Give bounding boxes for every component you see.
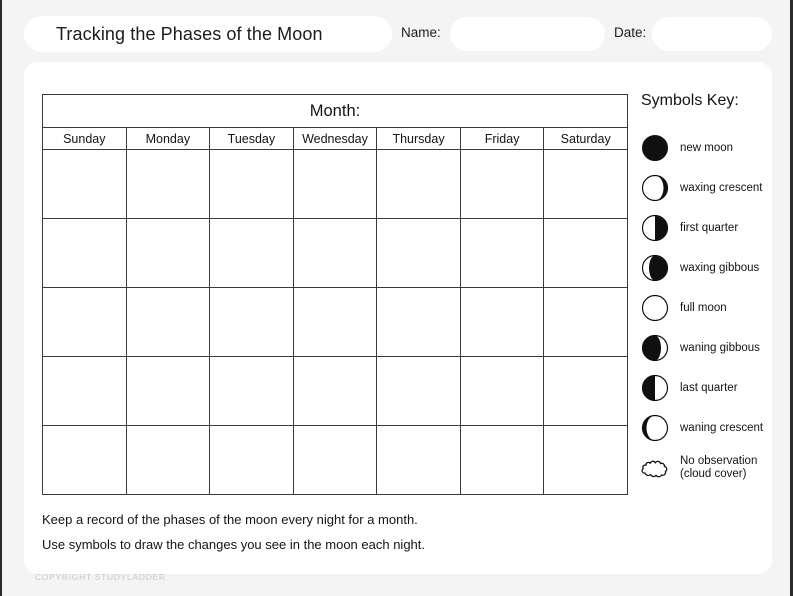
key-label: last quarter bbox=[680, 381, 738, 394]
calendar-cell[interactable] bbox=[125, 149, 211, 219]
calendar-cell[interactable] bbox=[376, 425, 461, 495]
key-item-first-quarter: first quarter bbox=[638, 208, 768, 248]
key-item-waning-crescent: waning crescent bbox=[638, 408, 768, 448]
key-item-waning-gibbous: waning gibbous bbox=[638, 328, 768, 368]
symbols-key-panel: Symbols Key: new moon waxing crescent fi… bbox=[638, 92, 768, 488]
key-label: waxing crescent bbox=[680, 181, 763, 194]
key-item-new-moon: new moon bbox=[638, 128, 768, 168]
worksheet-card: Month: Sunday Monday Tuesday Wednesday T… bbox=[24, 62, 772, 574]
calendar-cell[interactable] bbox=[543, 425, 628, 495]
calendar-cell[interactable] bbox=[209, 356, 294, 426]
calendar-cell[interactable] bbox=[292, 425, 378, 495]
column-header-thursday: Thursday bbox=[376, 127, 461, 150]
waning-crescent-icon bbox=[640, 413, 670, 443]
symbols-key-title: Symbols Key: bbox=[641, 92, 739, 109]
calendar-cell[interactable] bbox=[292, 356, 378, 426]
calendar-cell[interactable] bbox=[543, 218, 628, 288]
calendar-cell[interactable] bbox=[376, 218, 461, 288]
title-pill: Tracking the Phases of the Moon bbox=[24, 16, 392, 52]
calendar-cell[interactable] bbox=[125, 287, 211, 357]
calendar-cell[interactable] bbox=[543, 356, 628, 426]
calendar-cell[interactable] bbox=[376, 356, 461, 426]
calendar-cell[interactable] bbox=[543, 287, 628, 357]
calendar-cell[interactable] bbox=[292, 218, 378, 288]
calendar-cell[interactable] bbox=[376, 149, 461, 219]
waxing-crescent-icon bbox=[640, 173, 670, 203]
calendar-cell[interactable] bbox=[459, 149, 545, 219]
first-quarter-icon bbox=[640, 213, 670, 243]
calendar-cell[interactable] bbox=[292, 287, 378, 357]
calendar-cell[interactable] bbox=[292, 149, 378, 219]
calendar-body bbox=[42, 149, 628, 495]
date-label: Date: bbox=[614, 25, 647, 40]
calendar-cell[interactable] bbox=[42, 356, 127, 426]
column-header-wednesday: Wednesday bbox=[292, 127, 378, 150]
date-input[interactable] bbox=[652, 17, 772, 51]
key-item-waxing-crescent: waxing crescent bbox=[638, 168, 768, 208]
table-row bbox=[42, 149, 628, 219]
calendar-cell[interactable] bbox=[42, 149, 127, 219]
key-label: No observation (cloud cover) bbox=[680, 455, 758, 480]
calendar-cell[interactable] bbox=[209, 149, 294, 219]
calendar-cell[interactable] bbox=[209, 287, 294, 357]
calendar-cell[interactable] bbox=[42, 287, 127, 357]
column-header-tuesday: Tuesday bbox=[209, 127, 294, 150]
key-label: full moon bbox=[680, 301, 727, 314]
name-label: Name: bbox=[401, 25, 441, 40]
calendar-cell[interactable] bbox=[209, 425, 294, 495]
key-label: waxing gibbous bbox=[680, 261, 760, 274]
month-header-row: Month: bbox=[42, 94, 628, 128]
key-label: new moon bbox=[680, 141, 734, 154]
instruction-line-2: Use symbols to draw the changes you see … bbox=[42, 537, 425, 552]
full-moon-icon bbox=[640, 293, 670, 323]
cloud-icon bbox=[640, 453, 670, 483]
calendar-cell[interactable] bbox=[459, 425, 545, 495]
table-row bbox=[42, 287, 628, 357]
calendar-cell[interactable] bbox=[459, 218, 545, 288]
calendar-cell[interactable] bbox=[376, 287, 461, 357]
calendar-cell[interactable] bbox=[42, 218, 127, 288]
weekday-header-row: Sunday Monday Tuesday Wednesday Thursday… bbox=[42, 127, 628, 150]
month-label: Month: bbox=[42, 94, 628, 128]
calendar-cell[interactable] bbox=[209, 218, 294, 288]
key-item-full-moon: full moon bbox=[638, 288, 768, 328]
instruction-line-1: Keep a record of the phases of the moon … bbox=[42, 512, 418, 527]
table-row bbox=[42, 425, 628, 495]
calendar-cell[interactable] bbox=[543, 149, 628, 219]
column-header-friday: Friday bbox=[459, 127, 545, 150]
key-item-last-quarter: last quarter bbox=[638, 368, 768, 408]
copyright-notice: COPYRIGHT STUDYLADDER bbox=[35, 572, 166, 582]
worksheet-page: Tracking the Phases of the Moon Name: Da… bbox=[0, 0, 793, 596]
calendar-cell[interactable] bbox=[459, 356, 545, 426]
key-item-waxing-gibbous: waxing gibbous bbox=[638, 248, 768, 288]
last-quarter-icon bbox=[640, 373, 670, 403]
instructions: Keep a record of the phases of the moon … bbox=[42, 512, 642, 562]
calendar-cell[interactable] bbox=[125, 218, 211, 288]
key-label: first quarter bbox=[680, 221, 739, 234]
column-header-monday: Monday bbox=[125, 127, 211, 150]
table-row bbox=[42, 356, 628, 426]
new-moon-icon bbox=[640, 133, 670, 163]
key-item-no-observation: No observation (cloud cover) bbox=[638, 448, 768, 488]
calendar-cell[interactable] bbox=[42, 425, 127, 495]
calendar-cell[interactable] bbox=[459, 287, 545, 357]
waxing-gibbous-icon bbox=[640, 253, 670, 283]
key-label: waning crescent bbox=[680, 421, 764, 434]
page-title: Tracking the Phases of the Moon bbox=[56, 23, 323, 44]
waning-gibbous-icon bbox=[640, 333, 670, 363]
key-label: waning gibbous bbox=[680, 341, 760, 354]
table-row bbox=[42, 218, 628, 288]
column-header-saturday: Saturday bbox=[543, 127, 628, 150]
calendar-head: Month: Sunday Monday Tuesday Wednesday T… bbox=[42, 94, 628, 150]
moon-calendar-table: Month: Sunday Monday Tuesday Wednesday T… bbox=[42, 94, 628, 495]
column-header-sunday: Sunday bbox=[42, 127, 127, 150]
calendar-cell[interactable] bbox=[125, 356, 211, 426]
calendar-cell[interactable] bbox=[125, 425, 211, 495]
header: Tracking the Phases of the Moon Name: Da… bbox=[2, 16, 793, 56]
name-input[interactable] bbox=[450, 17, 605, 51]
